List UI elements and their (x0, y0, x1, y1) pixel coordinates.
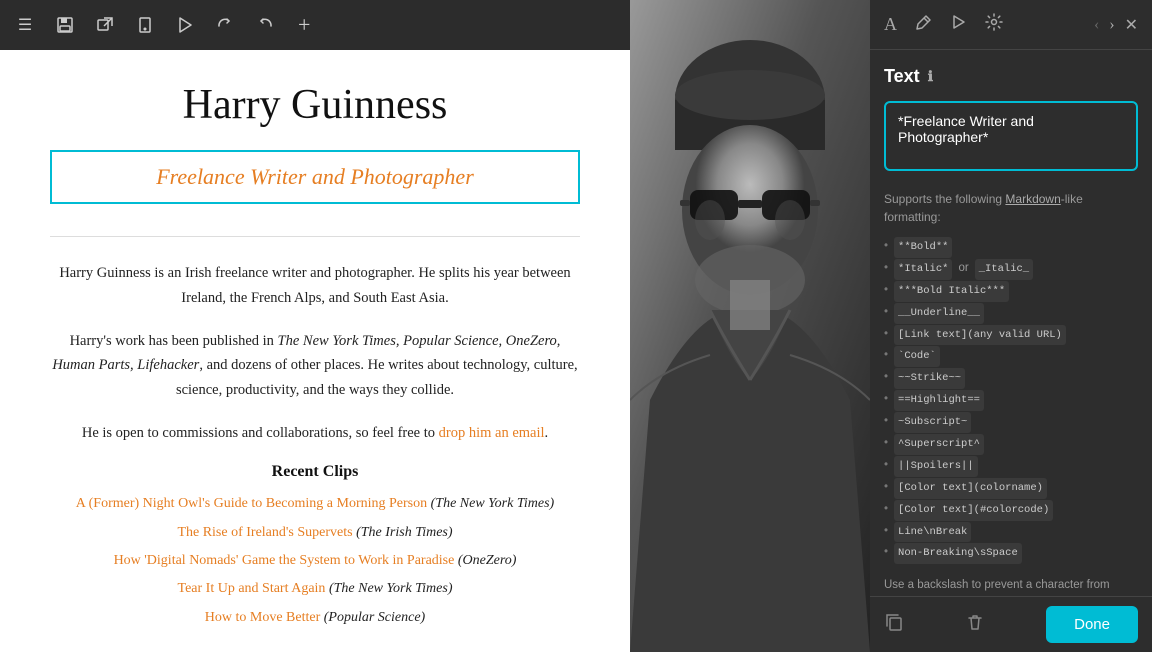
brush-icon[interactable] (915, 13, 933, 36)
clip-title-4: Tear It Up and Start Again (178, 581, 326, 596)
page-title: Harry Guinness (50, 80, 580, 130)
settings-icon[interactable] (985, 13, 1003, 36)
content-area: Harry Guinness Freelance Writer and Phot… (0, 50, 630, 652)
email-link[interactable]: drop him an email (439, 425, 545, 441)
save-icon[interactable] (54, 14, 76, 36)
md-item-code: `Code` (884, 345, 1138, 367)
backslash-info: Use a backslash to prevent a character f… (884, 576, 1138, 596)
copy-icon[interactable] (884, 612, 904, 637)
markdown-link[interactable]: Markdown (1005, 192, 1060, 206)
toolbar: ☰ (0, 0, 630, 50)
md-item-color-name: [Color text](colorname) (884, 477, 1138, 499)
right-toolbar-icons: A (884, 13, 1003, 36)
md-item-link: [Link text](any valid URL) (884, 324, 1138, 346)
right-toolbar-nav: ‹ › ✕ (1094, 15, 1138, 35)
md-item-strike: ~~Strike~~ (884, 367, 1138, 389)
bio-p3-end: . (545, 425, 549, 441)
clip-title-5: How to Move Better (205, 610, 320, 625)
clips-list: A (Former) Night Owl's Guide to Becoming… (50, 493, 580, 629)
panel-title-icon: ℹ (928, 68, 933, 85)
subtitle-box[interactable]: Freelance Writer and Photographer (50, 150, 580, 204)
panel-title: Text ℹ (884, 66, 1138, 87)
md-item-bold: **Bold** (884, 236, 1138, 258)
clip-pub-3: (OneZero) (458, 553, 517, 568)
divider (50, 236, 580, 237)
md-item-italic: *Italic* or _Italic_ (884, 258, 1138, 280)
bio-p3-start: He is open to commissions and collaborat… (82, 425, 439, 441)
md-item-highlight: ==Highlight== (884, 389, 1138, 411)
md-item-underline: __Underline__ (884, 302, 1138, 324)
clip-pub-4: (The New York Times) (329, 581, 453, 596)
panel-title-text: Text (884, 66, 920, 87)
clip-item-3[interactable]: How 'Digital Nomads' Game the System to … (50, 550, 580, 572)
play-right-icon[interactable] (951, 14, 967, 35)
play-icon[interactable] (174, 14, 196, 36)
clip-pub-5: (Popular Science) (324, 610, 425, 625)
bio-p2-end: , and dozens of other places. He writes … (176, 357, 578, 398)
md-item-superscript: ^Superscript^ (884, 433, 1138, 455)
text-input[interactable]: *Freelance Writer and Photographer* (884, 101, 1138, 171)
undo-icon[interactable] (254, 14, 276, 36)
clip-title-3: How 'Digital Nomads' Game the System to … (114, 553, 455, 568)
clip-title-2: The Rise of Ireland's Supervets (177, 525, 352, 540)
md-item-color-code: [Color text](#colorcode) (884, 499, 1138, 521)
redo-icon[interactable] (214, 14, 236, 36)
bio-paragraph-1: Harry Guinness is an Irish freelance wri… (50, 261, 580, 310)
clip-title-1: A (Former) Night Owl's Guide to Becoming… (76, 496, 427, 511)
menu-icon[interactable]: ☰ (14, 14, 36, 36)
nav-forward-arrow[interactable]: › (1109, 16, 1114, 34)
device-icon[interactable] (134, 14, 156, 36)
clip-item-5[interactable]: How to Move Better (Popular Science) (50, 607, 580, 629)
close-icon[interactable]: ✕ (1125, 15, 1138, 35)
photo-panel (630, 0, 870, 652)
md-item-subscript: ~Subscript~ (884, 411, 1138, 433)
font-icon[interactable]: A (884, 14, 897, 35)
bio-paragraph-2: Harry's work has been published in The N… (50, 329, 580, 403)
md-item-bold-italic: ***Bold Italic*** (884, 280, 1138, 302)
left-panel: ☰ (0, 0, 630, 652)
right-panel: A ‹ › ✕ (870, 0, 1152, 652)
clip-item-4[interactable]: Tear It Up and Start Again (The New York… (50, 578, 580, 600)
md-item-nbsp: Non-Breaking\sSpace (884, 542, 1138, 564)
delete-icon[interactable] (965, 612, 985, 637)
add-icon[interactable]: + (298, 12, 310, 38)
right-content: Text ℹ *Freelance Writer and Photographe… (870, 50, 1152, 596)
markdown-list: **Bold** *Italic* or _Italic_ ***Bold It… (884, 236, 1138, 564)
bio-p2-start: Harry's work has been published in (70, 333, 278, 349)
md-item-spoilers: ||Spoilers|| (884, 455, 1138, 477)
done-button[interactable]: Done (1046, 606, 1138, 643)
external-icon[interactable] (94, 14, 116, 36)
bottom-bar: Done (870, 596, 1152, 652)
clip-pub-1: (The New York Times) (431, 496, 555, 511)
markdown-info: Supports the following Markdown-like for… (884, 190, 1138, 226)
right-toolbar: A ‹ › ✕ (870, 0, 1152, 50)
nav-back-arrow[interactable]: ‹ (1094, 16, 1099, 34)
clip-item-2[interactable]: The Rise of Ireland's Supervets (The Iri… (50, 522, 580, 544)
clips-section-title: Recent Clips (50, 463, 580, 481)
md-item-linebreak: Line\nBreak (884, 521, 1138, 543)
clip-pub-2: (The Irish Times) (356, 525, 452, 540)
clip-item-1[interactable]: A (Former) Night Owl's Guide to Becoming… (50, 493, 580, 515)
subtitle-text: Freelance Writer and Photographer (156, 164, 474, 189)
bio-paragraph-3: He is open to commissions and collaborat… (50, 421, 580, 446)
